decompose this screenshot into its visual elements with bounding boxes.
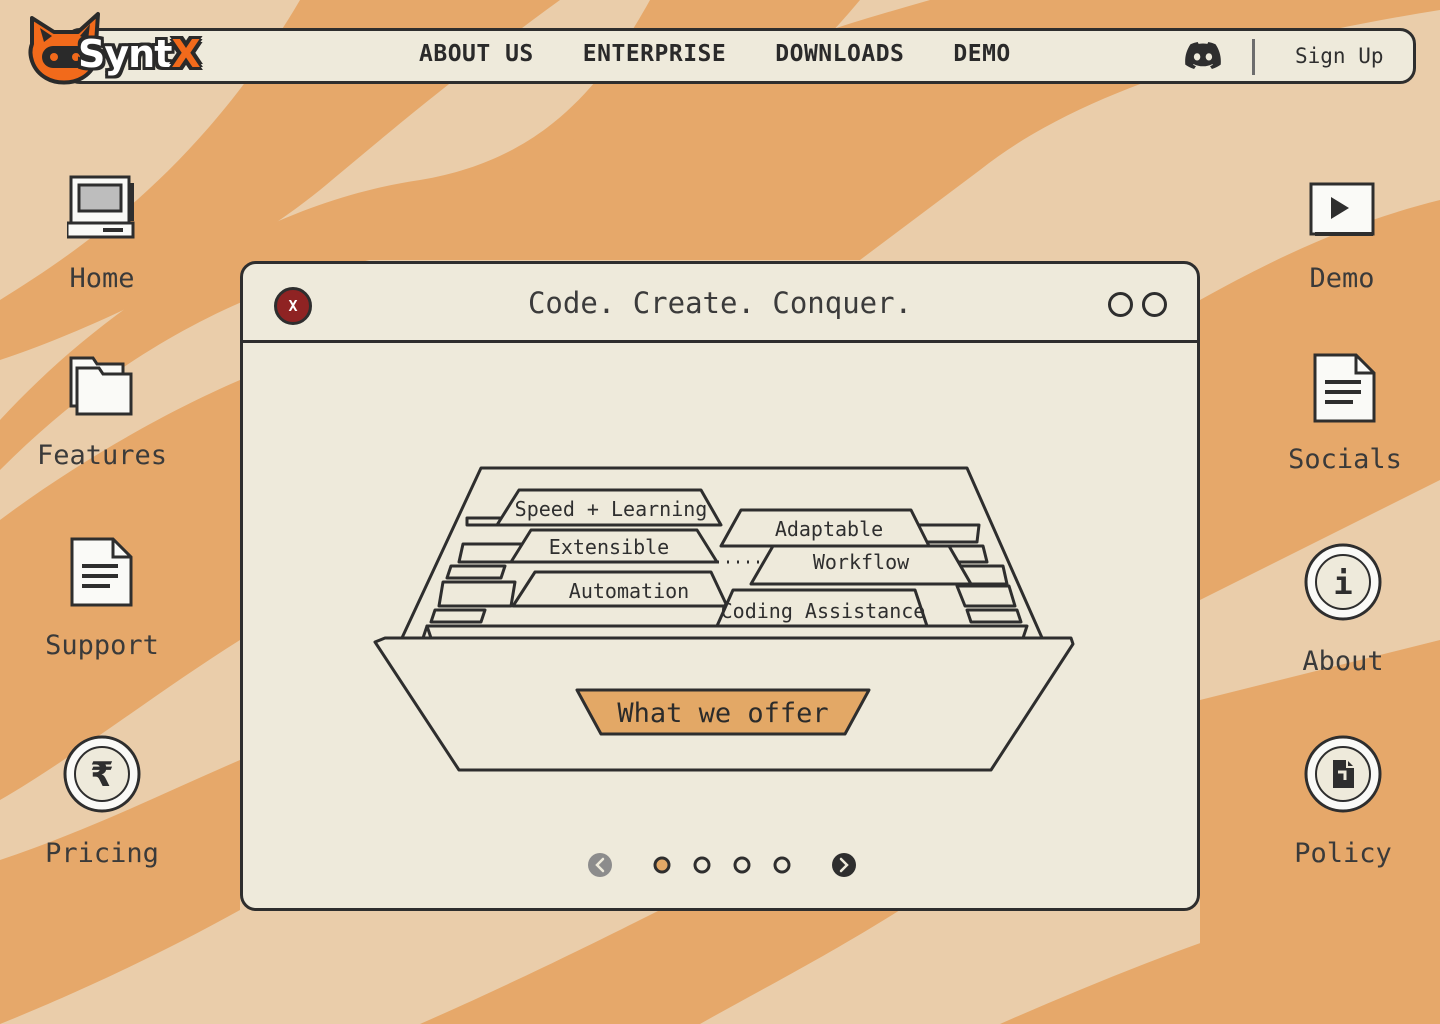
desktop-label-pricing: Pricing [45,838,159,869]
prev-arrow-button[interactable] [588,853,612,877]
pager-dot-1[interactable] [653,856,671,874]
desktop-label-socials: Socials [1288,444,1402,475]
desktop-label-support: Support [45,630,159,661]
nav-demo[interactable]: DEMO [953,41,1010,67]
next-arrow-button[interactable] [832,853,856,877]
svg-text:i: i [1333,564,1352,602]
desktop-icon-policy[interactable]: Policy [1268,734,1418,869]
logo-wordmark: SyntX [78,32,201,76]
discord-icon[interactable] [1185,42,1221,70]
carousel-pager [588,853,856,877]
desktop-label-about: About [1302,646,1384,677]
tab-automation: Automation [569,579,689,603]
nav-enterprise[interactable]: ENTERPRISE [583,41,726,67]
desktop-icon-home[interactable]: Home [27,175,177,294]
window-title-bar: X Code. Create. Conquer. [243,264,1197,343]
tab-workflow: Workflow [813,550,910,574]
desktop-label-home: Home [69,263,135,294]
window-minimize-button[interactable] [1108,292,1133,317]
nav-divider [1252,39,1255,75]
desktop-label-demo: Demo [1309,263,1375,294]
computer-icon [67,175,135,239]
desktop-icon-socials[interactable]: Socials [1270,352,1420,475]
syntx-logo[interactable]: SyntX [26,10,202,90]
window-maximize-button[interactable] [1142,292,1167,317]
tab-speed-learning: Speed + Learning [515,497,708,521]
desktop-icon-support[interactable]: Support [27,536,177,661]
main-window: X Code. Create. Conquer. Speed + Learnin… [240,261,1200,911]
top-navigation-bar: ABOUT US ENTERPRISE DOWNLOADS DEMO Sign … [64,28,1416,84]
document-icon [1313,353,1376,423]
pager-dot-3[interactable] [733,856,751,874]
pager-dot-4[interactable] [773,856,791,874]
tab-adaptable: Adaptable [775,517,883,541]
nav-about-us[interactable]: ABOUT US [419,41,534,67]
svg-text:₹: ₹ [90,755,114,795]
sign-up-link[interactable]: Sign Up [1295,44,1384,68]
info-coin-icon: i [1304,543,1382,621]
policy-coin-icon [1304,735,1382,813]
drawer-label: What we offer [617,698,828,729]
tab-coding-assistance: Coding Assistance [721,599,926,623]
desktop-icon-features[interactable]: Features [27,354,177,471]
desktop-icon-pricing[interactable]: ₹ Pricing [27,734,177,869]
tab-extensible: Extensible [549,535,669,559]
desktop-icon-about[interactable]: i About [1268,542,1418,677]
folder-icon [69,356,133,416]
desktop-label-policy: Policy [1294,838,1392,869]
window-title: Code. Create. Conquer. [527,286,913,320]
nav-downloads[interactable]: DOWNLOADS [775,41,904,67]
play-icon [1309,182,1375,236]
rupee-coin-icon: ₹ [63,735,141,813]
main-nav: ABOUT US ENTERPRISE DOWNLOADS DEMO [419,41,1011,67]
pager-dot-2[interactable] [693,856,711,874]
document-icon [70,537,133,607]
desktop-label-features: Features [36,440,168,471]
desktop-icon-demo[interactable]: Demo [1267,182,1417,294]
file-cabinet-illustration: Speed + Learning Adaptable Extensible Wo… [373,466,1075,772]
